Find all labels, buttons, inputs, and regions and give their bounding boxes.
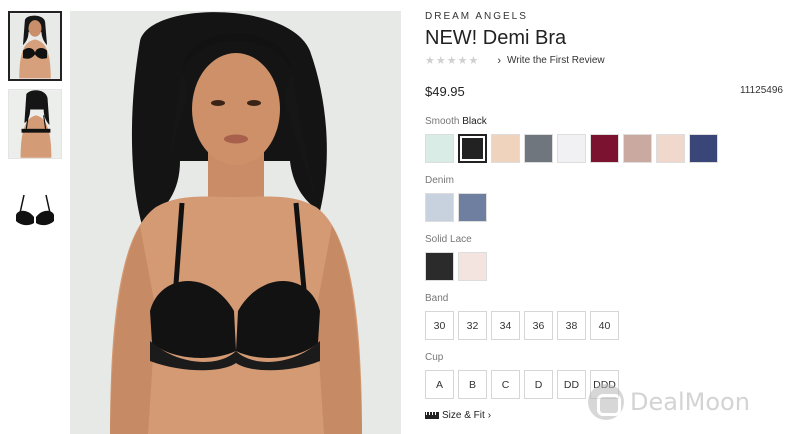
size-fit-link[interactable]: Size & Fit › [425,410,491,421]
chevron-right-icon: › [497,54,501,67]
swatch-fill [558,135,585,162]
main-product-image[interactable] [70,11,401,434]
swatch-fill [459,194,486,221]
swatch-fill [492,135,519,162]
thumbnail-front[interactable] [8,11,62,81]
color-swatch[interactable] [623,134,652,163]
thumbnail-back-image [9,90,61,158]
cup-label: Cup [425,352,444,363]
swatch-fill [690,135,717,162]
watermark-text: DealMoon [630,388,750,416]
color-swatch[interactable] [491,134,520,163]
color-swatch[interactable] [425,193,454,222]
color-swatch[interactable] [524,134,553,163]
product-price: $49.95 [425,84,465,99]
product-info-panel: DREAM ANGELS NEW! Demi Bra ★★★★★ › Write… [425,0,795,434]
band-size-option[interactable]: 36 [524,311,553,340]
swatch-fill [426,194,453,221]
swatch-fill [591,135,618,162]
cup-size-option[interactable]: C [491,370,520,399]
cup-size-option[interactable]: D [524,370,553,399]
color-group-lace-label: Solid Lace [425,234,472,245]
color-swatches-smooth [425,134,722,163]
bra-product-image [8,187,62,233]
color-swatch[interactable] [458,252,487,281]
cup-size-option[interactable]: DD [557,370,586,399]
model-photo [70,11,401,434]
swatch-fill [657,135,684,162]
cup-size-option[interactable]: B [458,370,487,399]
star-rating: ★★★★★ [425,55,480,67]
color-swatch[interactable] [557,134,586,163]
band-size-option[interactable]: 34 [491,311,520,340]
band-size-option[interactable]: 40 [590,311,619,340]
band-label: Band [425,293,449,304]
write-review-label: Write the First Review [506,55,605,66]
size-fit-label: Size & Fit [442,410,485,421]
color-swatches-lace [425,252,491,281]
ruler-icon [425,412,439,419]
color-swatches-denim [425,193,491,222]
color-group-smooth-label: Smooth Black [425,116,487,127]
swatch-fill [426,253,453,280]
selected-color-name: Black [462,116,487,127]
band-size-options: 30 32 34 36 38 40 [425,311,623,340]
band-size-option[interactable]: 32 [458,311,487,340]
thumbnail-front-image [10,13,60,79]
band-size-option[interactable]: 30 [425,311,454,340]
color-swatch[interactable] [425,134,454,163]
swatch-fill [525,135,552,162]
color-swatch[interactable] [425,252,454,281]
band-size-option[interactable]: 38 [557,311,586,340]
color-swatch[interactable] [458,134,487,163]
thumbnail-product-flat[interactable] [8,187,62,233]
swatch-fill [426,135,453,162]
rating-row: ★★★★★ › Write the First Review [425,54,605,68]
write-review-link[interactable]: › Write the First Review [497,55,604,67]
chevron-right-icon: › [487,410,492,421]
color-group-denim-label: Denim [425,175,454,186]
watermark: DealMoon [588,384,750,420]
dealmoon-logo-icon [588,384,624,420]
swatch-fill [624,135,651,162]
swatch-fill [462,138,483,159]
collection-name: DREAM ANGELS [425,11,528,22]
color-swatch[interactable] [656,134,685,163]
product-title: NEW! Demi Bra [425,27,567,49]
thumbnail-back[interactable] [8,89,62,159]
color-swatch[interactable] [689,134,718,163]
color-group-name: Smooth [425,116,460,127]
color-swatch[interactable] [590,134,619,163]
color-swatch[interactable] [458,193,487,222]
cup-size-option[interactable]: A [425,370,454,399]
product-sku: 11125496 [739,85,783,96]
swatch-fill [459,253,486,280]
